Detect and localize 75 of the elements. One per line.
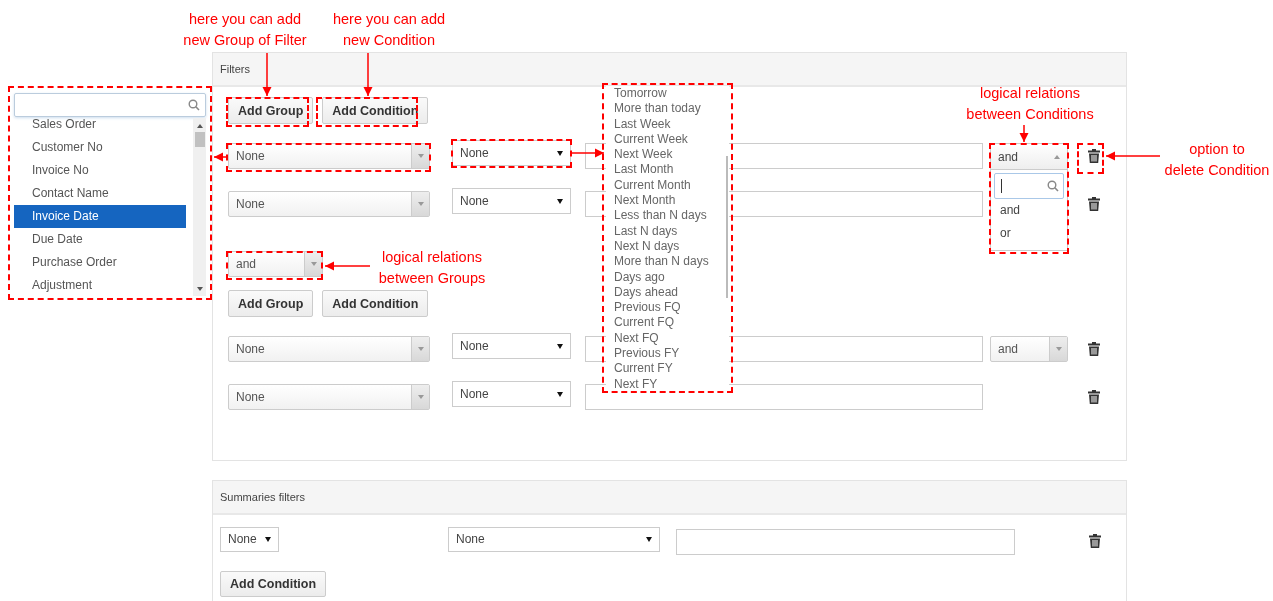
dropdown-option[interactable]: Current Month bbox=[606, 177, 729, 194]
dropdown-option[interactable]: Last Week bbox=[606, 116, 729, 132]
search-icon bbox=[1047, 180, 1059, 192]
dropdown-option[interactable]: Last N days bbox=[606, 223, 729, 239]
dropdown-option[interactable]: Last Month bbox=[606, 162, 729, 178]
annotation-arrow bbox=[571, 148, 605, 158]
dropdown-option[interactable]: Tomorrow bbox=[606, 86, 729, 102]
dropdown-option[interactable]: Current Week bbox=[606, 131, 729, 148]
annotation-arrow bbox=[1105, 151, 1161, 161]
dropdown-option[interactable]: Next FY bbox=[606, 376, 729, 390]
dropdown-option[interactable]: Purchase Order bbox=[14, 251, 186, 274]
value-field[interactable] bbox=[676, 529, 1015, 555]
annotation-text: here you can add new Condition bbox=[331, 10, 447, 50]
field-select[interactable]: None bbox=[228, 384, 430, 410]
scrollbar[interactable] bbox=[726, 156, 728, 298]
dropdown-option[interactable]: Next FQ bbox=[606, 330, 729, 347]
annotation-text: logical relations between Groups bbox=[377, 248, 487, 288]
dropdown-option[interactable]: More than N days bbox=[606, 254, 729, 270]
dropdown-option[interactable]: More than today bbox=[606, 101, 729, 117]
group-relation-select[interactable]: and bbox=[228, 251, 323, 277]
dropdown-option[interactable]: Current FY bbox=[606, 361, 729, 377]
dropdown-option[interactable]: Invoice No bbox=[14, 159, 186, 182]
dropdown-option[interactable]: Sales Order bbox=[14, 118, 186, 136]
search-field[interactable] bbox=[14, 93, 206, 117]
condition-relation-select[interactable]: and bbox=[990, 336, 1068, 362]
dropdown-option[interactable]: Invoice Date bbox=[14, 205, 186, 228]
add-button[interactable]: Add Condition bbox=[220, 571, 327, 597]
aggregate-select[interactable]: None bbox=[220, 526, 279, 552]
operator-select[interactable]: None bbox=[452, 381, 571, 407]
search-field[interactable] bbox=[994, 173, 1064, 199]
dropdown-option[interactable]: Next Week bbox=[606, 147, 729, 163]
dropdown-option[interactable]: Adjustment bbox=[14, 274, 186, 296]
dropdown-option[interactable]: Less than N days bbox=[606, 208, 729, 224]
dropdown-option[interactable]: or bbox=[994, 222, 1064, 245]
dropdown-option[interactable]: Current FQ bbox=[606, 315, 729, 331]
delete-icon[interactable] bbox=[1088, 390, 1100, 404]
delete-icon[interactable] bbox=[1088, 149, 1100, 163]
add-button[interactable]: Add Group bbox=[228, 97, 314, 124]
dropdown-option[interactable]: Previous FQ bbox=[606, 300, 729, 316]
dropdown-option[interactable]: Days ahead bbox=[606, 284, 729, 301]
operator-select[interactable]: None bbox=[452, 188, 571, 214]
dropdown-option[interactable]: Previous FY bbox=[606, 346, 729, 362]
annotation-arrow bbox=[324, 261, 371, 271]
panel-title: Summaries filters bbox=[220, 491, 305, 503]
operator-select[interactable]: None bbox=[452, 333, 571, 359]
add-button[interactable]: Add Condition bbox=[322, 290, 429, 317]
dropdown-option[interactable]: Next Month bbox=[606, 193, 729, 209]
add-button[interactable]: Add Group bbox=[228, 290, 314, 317]
field-select[interactable]: None bbox=[228, 143, 430, 169]
panel-title: Filters bbox=[220, 63, 250, 75]
operator-select[interactable]: None bbox=[452, 140, 571, 166]
dropdown-option[interactable]: Due Date bbox=[14, 228, 186, 251]
annotation-text: here you can add new Group of Filter bbox=[182, 10, 308, 50]
delete-icon[interactable] bbox=[1088, 342, 1100, 356]
delete-icon[interactable] bbox=[1088, 197, 1100, 211]
annotation-arrow bbox=[262, 52, 272, 97]
field-select[interactable]: None bbox=[448, 526, 660, 552]
dropdown-option[interactable]: and bbox=[994, 199, 1064, 222]
field-select[interactable]: None bbox=[228, 191, 430, 217]
field-select[interactable]: None bbox=[228, 336, 430, 362]
dropdown-option[interactable]: Contact Name bbox=[14, 182, 186, 205]
dropdown-option[interactable]: Days ago bbox=[606, 269, 729, 285]
delete-icon[interactable] bbox=[1089, 534, 1101, 548]
add-button[interactable]: Add Condition bbox=[322, 97, 429, 124]
dropdown-option[interactable]: Next N days bbox=[606, 238, 729, 255]
annotation-arrow bbox=[1019, 124, 1029, 143]
scrollbar[interactable] bbox=[193, 118, 206, 296]
highlight-frame bbox=[1077, 143, 1104, 174]
condition-relation-select[interactable]: and bbox=[990, 143, 1068, 169]
search-icon bbox=[188, 99, 200, 111]
annotation-text: logical relations between Conditions bbox=[965, 84, 1095, 124]
annotation-arrow bbox=[363, 52, 373, 97]
dropdown-option[interactable]: Customer No bbox=[14, 136, 186, 159]
annotation-arrow bbox=[213, 152, 229, 162]
annotation-text: option to delete Condition bbox=[1163, 140, 1271, 180]
